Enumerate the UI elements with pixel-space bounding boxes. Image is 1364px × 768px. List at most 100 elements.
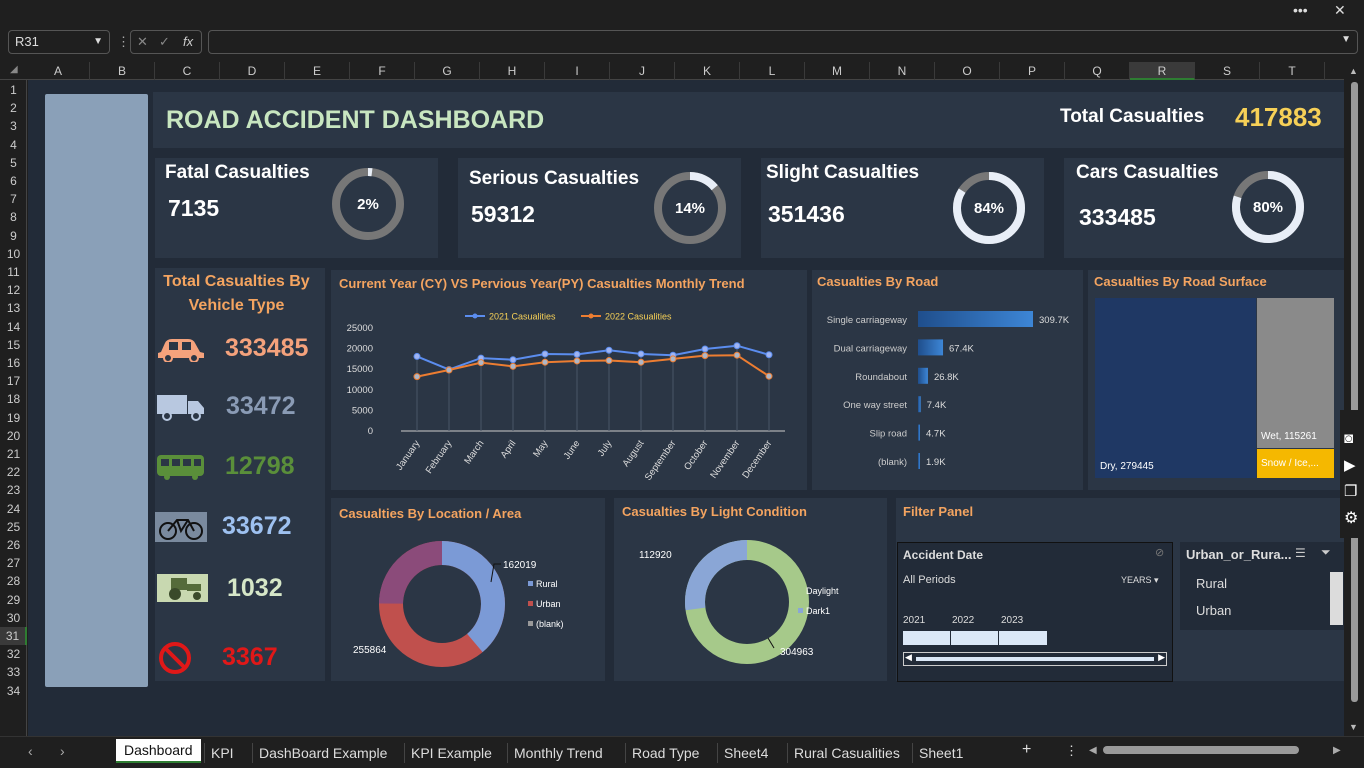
column-header[interactable]: A (27, 62, 90, 80)
row-header[interactable]: 31 (0, 627, 27, 645)
column-header[interactable]: M (805, 62, 870, 80)
row-header[interactable]: 6 (0, 172, 27, 190)
column-header[interactable]: K (675, 62, 740, 80)
more-vertical-icon[interactable]: ⋮ (117, 34, 130, 50)
row-header[interactable]: 5 (0, 154, 27, 172)
select-all-icon[interactable]: ◢ (10, 64, 18, 75)
column-header[interactable]: Q (1065, 62, 1130, 80)
sheet-tab[interactable]: KPI (204, 743, 240, 763)
column-header[interactable]: I (545, 62, 610, 80)
column-header[interactable]: B (90, 62, 155, 80)
horizontal-scrollbar-thumb[interactable] (1103, 746, 1299, 754)
timeline-bar[interactable] (903, 631, 1047, 645)
multi-select-icon[interactable]: ☰ (1295, 546, 1306, 560)
column-header[interactable]: R (1130, 62, 1195, 80)
next-sheet-icon[interactable]: › (60, 743, 65, 759)
slicer-item-rural[interactable]: Rural (1196, 576, 1227, 591)
row-header[interactable]: 33 (0, 663, 27, 681)
row-header[interactable]: 30 (0, 609, 27, 627)
row-header[interactable]: 32 (0, 645, 27, 663)
row-header[interactable]: 29 (0, 591, 27, 609)
row-header[interactable]: 13 (0, 299, 27, 317)
column-header[interactable]: E (285, 62, 350, 80)
function-icon[interactable]: fx (183, 34, 193, 49)
scroll-up-icon[interactable]: ▲ (1349, 66, 1358, 76)
slicer-item-urban[interactable]: Urban (1196, 603, 1231, 618)
add-sheet-icon[interactable]: + (1022, 741, 1031, 759)
row-header[interactable]: 8 (0, 208, 27, 226)
video-icon[interactable]: ▶ (1344, 456, 1356, 474)
row-header[interactable]: 18 (0, 390, 27, 408)
row-header[interactable]: 7 (0, 190, 27, 208)
scrollbar-thumb[interactable] (1351, 82, 1358, 702)
row-header[interactable]: 19 (0, 409, 27, 427)
timeline-year-2023[interactable]: 2023 (1001, 615, 1023, 626)
prev-sheet-icon[interactable]: ‹ (28, 743, 33, 759)
close-icon[interactable]: ✕ (1334, 2, 1346, 19)
column-header[interactable]: N (870, 62, 935, 80)
sheet-tab[interactable]: DashBoard Example (252, 743, 393, 763)
column-header[interactable]: L (740, 62, 805, 80)
column-header[interactable]: G (415, 62, 480, 80)
vertical-scrollbar[interactable]: ▲ ▼ (1344, 62, 1364, 736)
surface-wet-block[interactable]: Wet, 115261 (1257, 298, 1334, 448)
sheet-tab[interactable]: Rural Casualities (787, 743, 906, 763)
scroll-left-icon[interactable]: ◀ (905, 652, 912, 663)
row-header[interactable]: 28 (0, 572, 27, 590)
sheet-tab[interactable]: Sheet1 (912, 743, 969, 763)
name-box[interactable]: R31 ▼ (8, 30, 110, 54)
row-header[interactable]: 23 (0, 481, 27, 499)
hscroll-right-icon[interactable]: ▶ (1333, 745, 1341, 756)
row-header[interactable]: 27 (0, 554, 27, 572)
timeline-slicer[interactable]: Accident Date ⊘ All Periods YEARS ▾ 2021… (897, 542, 1173, 682)
sheet-tab[interactable]: Road Type (625, 743, 705, 763)
row-header[interactable]: 1 (0, 81, 27, 99)
column-header[interactable]: F (350, 62, 415, 80)
row-header[interactable]: 22 (0, 463, 27, 481)
row-header[interactable]: 10 (0, 245, 27, 263)
surface-dry-block[interactable]: Dry, 279445 (1095, 298, 1256, 478)
sheet-tab[interactable]: Sheet4 (717, 743, 774, 763)
slicer-scrollbar[interactable] (1330, 572, 1343, 625)
row-header[interactable]: 25 (0, 518, 27, 536)
row-header[interactable]: 2 (0, 99, 27, 117)
row-header[interactable]: 4 (0, 136, 27, 154)
column-header[interactable]: P (1000, 62, 1065, 80)
column-header[interactable]: D (220, 62, 285, 80)
row-header[interactable]: 17 (0, 372, 27, 390)
cancel-icon[interactable]: ✕ (137, 34, 148, 50)
timeline-year-2021[interactable]: 2021 (903, 615, 925, 626)
camera-icon[interactable]: ◙ (1344, 430, 1353, 447)
scroll-down-icon[interactable]: ▼ (1349, 722, 1358, 732)
clear-filter-icon[interactable]: ⊘ (1155, 546, 1164, 559)
scroll-right-icon[interactable]: ▶ (1158, 652, 1165, 663)
row-header[interactable]: 14 (0, 318, 27, 336)
clear-filter-icon[interactable]: ⏷ (1321, 545, 1331, 560)
column-header[interactable]: T (1260, 62, 1325, 80)
more-options-icon[interactable]: ••• (1293, 2, 1308, 18)
row-header[interactable]: 3 (0, 117, 27, 135)
row-header[interactable]: 12 (0, 281, 27, 299)
row-header[interactable]: 20 (0, 427, 27, 445)
row-header[interactable]: 34 (0, 682, 27, 700)
expand-icon[interactable]: ▼ (1341, 34, 1351, 45)
column-header[interactable]: H (480, 62, 545, 80)
column-header[interactable]: O (935, 62, 1000, 80)
row-header[interactable]: 9 (0, 227, 27, 245)
copy-icon[interactable]: ❐ (1344, 482, 1357, 500)
sheet-tab[interactable]: Monthly Trend (507, 743, 609, 763)
row-header[interactable]: 24 (0, 500, 27, 518)
gear-icon[interactable]: ⚙ (1344, 508, 1358, 528)
column-header[interactable]: J (610, 62, 675, 80)
urban-rural-slicer[interactable]: Urban_or_Rura... ☰ ⏷ Rural Urban (1180, 542, 1344, 630)
confirm-icon[interactable]: ✓ (159, 34, 170, 50)
sheet-tab[interactable]: Dashboard (116, 739, 201, 763)
more-vertical-icon[interactable]: ⋮ (1065, 743, 1078, 759)
hscroll-left-icon[interactable]: ◀ (1089, 745, 1097, 756)
surface-snow-block[interactable]: Snow / Ice,... (1257, 449, 1334, 478)
row-header[interactable]: 11 (0, 263, 27, 281)
timeline-level[interactable]: YEARS ▾ (1121, 575, 1159, 586)
sheet-tab[interactable]: KPI Example (404, 743, 498, 763)
column-header[interactable]: S (1195, 62, 1260, 80)
timeline-scrollbar[interactable]: ◀ ▶ (903, 652, 1167, 666)
